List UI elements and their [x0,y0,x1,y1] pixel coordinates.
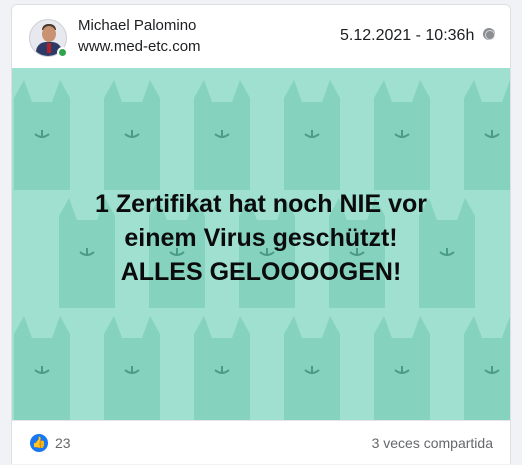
thumbs-up-icon[interactable]: 👍 [30,434,48,452]
headline-line-2: einem Virus geschützt! [124,224,398,252]
post-header: Michael Palomino www.med-etc.com 5.12.20… [12,5,510,68]
headline-line-1: 1 Zertifikat hat noch NIE vor [94,190,427,218]
post-footer: 👍 23 3 veces compartida [12,420,510,465]
post-card: Michael Palomino www.med-etc.com 5.12.20… [11,4,511,464]
cat-row-top [13,79,510,191]
post-image[interactable]: 1 Zertifikat hat noch NIE vor einem Viru… [12,68,510,420]
share-count[interactable]: 3 veces compartida [372,435,493,451]
online-status-dot [57,47,68,58]
headline-line-3: ALLES GELOOOOGEN! [120,258,402,286]
reaction-count[interactable]: 23 [55,435,71,451]
cat-row-bottom [13,315,510,420]
author-site[interactable]: www.med-etc.com [78,38,201,55]
author-name[interactable]: Michael Palomino [78,17,196,34]
globe-icon[interactable] [483,28,495,40]
image-headline: 1 Zertifikat hat noch NIE vor einem Viru… [12,187,510,289]
post-timestamp[interactable]: 5.12.2021 - 10:36h [340,27,474,45]
